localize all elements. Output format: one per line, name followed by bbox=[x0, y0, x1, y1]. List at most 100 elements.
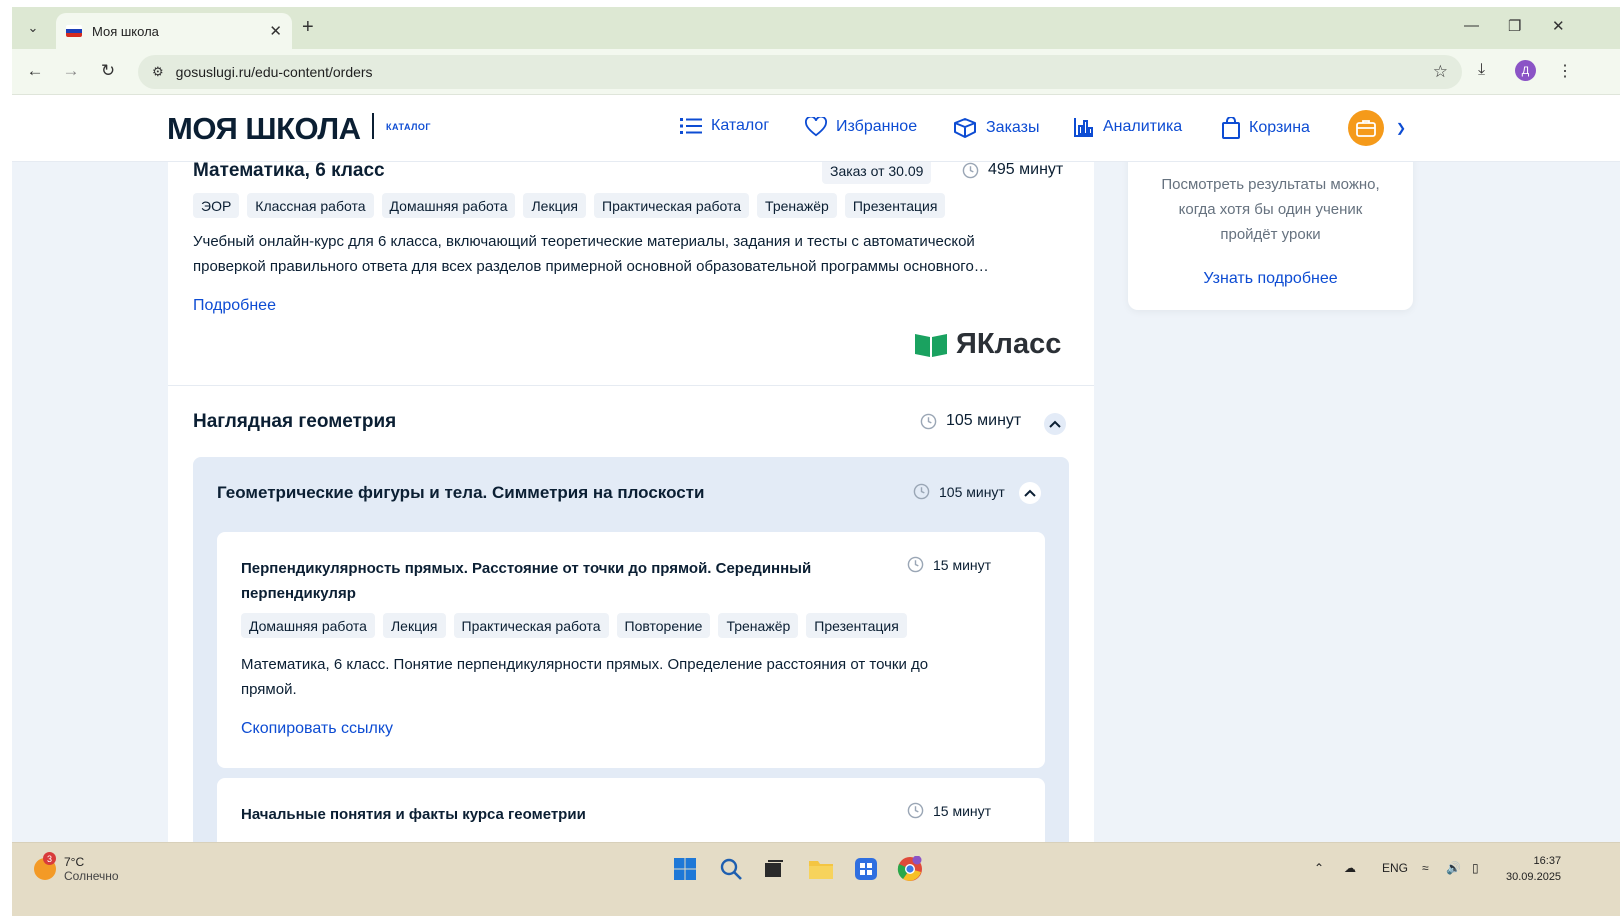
lesson-description: Математика, 6 класс. Понятие перпендикул… bbox=[241, 652, 1021, 702]
order-date-badge: Заказ от 30.09 bbox=[822, 162, 932, 184]
subsection-duration-text: 105 минут bbox=[939, 483, 1005, 500]
tag: Презентация bbox=[844, 193, 946, 218]
file-explorer-icon[interactable] bbox=[807, 855, 835, 883]
store-app-icon[interactable] bbox=[852, 855, 880, 883]
lesson-title[interactable]: Начальные понятия и факты курса геометри… bbox=[241, 802, 841, 827]
nav-orders-label: Заказы bbox=[986, 119, 1040, 136]
tag: Классная работа bbox=[247, 193, 374, 218]
weather-widget[interactable]: 3 7°C Солнечно bbox=[34, 852, 119, 883]
divider bbox=[168, 385, 1094, 386]
back-arrow-icon[interactable]: ← bbox=[24, 61, 46, 81]
section-duration: 105 минут bbox=[920, 412, 1021, 430]
volume-icon[interactable]: 🔊 bbox=[1446, 861, 1461, 875]
course-description: Учебный онлайн-курс для 6 класса, включа… bbox=[193, 229, 1073, 279]
course-more-link[interactable]: Подробнее bbox=[193, 297, 276, 315]
course-duration-text: 495 минут bbox=[988, 162, 1064, 178]
close-window-icon[interactable]: ✕ bbox=[1552, 17, 1565, 35]
browser-tab[interactable]: Моя школа ✕ bbox=[56, 13, 292, 49]
new-tab-plus-icon[interactable]: + bbox=[302, 17, 314, 37]
weather-condition: Солнечно bbox=[64, 869, 119, 883]
tag: Домашняя работа bbox=[241, 613, 375, 638]
lesson-duration: 15 минут bbox=[907, 802, 991, 819]
restore-icon[interactable]: ❐ bbox=[1508, 17, 1521, 35]
user-menu-chevron-down-icon[interactable]: ❯ bbox=[1396, 121, 1406, 135]
orders-box-icon bbox=[954, 118, 976, 138]
task-view-icon[interactable] bbox=[760, 855, 788, 883]
nav-cart[interactable]: Корзина bbox=[1222, 117, 1310, 139]
briefcase-icon bbox=[1356, 120, 1376, 137]
cloud-offline-icon[interactable]: ☁ bbox=[1344, 861, 1356, 875]
subsection-duration: 105 минут bbox=[913, 483, 1005, 500]
course-title: Математика, 6 класс bbox=[193, 162, 385, 181]
user-avatar[interactable] bbox=[1348, 110, 1384, 146]
nav-analytics[interactable]: Аналитика bbox=[1074, 117, 1182, 137]
book-icon bbox=[915, 333, 947, 357]
orders-card: Математика, 6 класс Заказ от 30.09 495 м… bbox=[168, 162, 1094, 842]
input-language[interactable]: ENG bbox=[1382, 861, 1408, 875]
bookmark-star-icon[interactable]: ☆ bbox=[1433, 62, 1448, 82]
section-duration-text: 105 минут bbox=[946, 412, 1022, 429]
wifi-icon[interactable]: ≈ bbox=[1422, 861, 1429, 875]
list-icon bbox=[680, 118, 702, 134]
lesson-duration-text: 15 минут bbox=[933, 802, 992, 819]
tag: Лекция bbox=[382, 613, 446, 638]
url-text: gosuslugi.ru/edu-content/orders bbox=[175, 64, 373, 80]
learn-more-link[interactable]: Узнать подробнее bbox=[1128, 270, 1413, 288]
site-logo[interactable]: МОЯ ШКОЛА bbox=[167, 111, 361, 147]
analytics-info-line: пройдёт уроки bbox=[1220, 226, 1321, 243]
tab-close-icon[interactable]: ✕ bbox=[269, 22, 282, 40]
lesson-card: Начальные понятия и факты курса геометри… bbox=[217, 778, 1045, 842]
lesson-tags: Домашняя работа Лекция Практическая рабо… bbox=[241, 613, 907, 638]
battery-icon[interactable]: ▯ bbox=[1472, 861, 1479, 875]
tag: ЭОР bbox=[193, 193, 240, 218]
lesson-description-line: прямой. bbox=[241, 681, 297, 698]
tag: Повторение bbox=[616, 613, 711, 638]
logo-separator bbox=[372, 113, 374, 139]
clock-icon bbox=[962, 162, 979, 178]
nav-catalog-label: Каталог bbox=[711, 117, 770, 134]
tray-overflow-chevron-up-icon[interactable]: ⌃ bbox=[1314, 861, 1324, 875]
tag: Практическая работа bbox=[594, 193, 750, 218]
site-settings-icon[interactable]: ⚙ bbox=[152, 64, 164, 80]
download-icon[interactable]: ⤓ bbox=[1478, 61, 1485, 79]
tab-search-chevron-icon[interactable]: ⌄ bbox=[20, 15, 46, 41]
section-title: Наглядная геометрия bbox=[193, 411, 397, 432]
copy-link-button[interactable]: Скопировать ссылку bbox=[241, 720, 393, 738]
nav-favorites[interactable]: Избранное bbox=[805, 117, 917, 137]
russia-flag-icon bbox=[66, 25, 82, 37]
section-collapse-chevron-up-icon[interactable] bbox=[1044, 413, 1066, 435]
analytics-info-card: Посмотреть результаты можно, когда хотя … bbox=[1128, 162, 1413, 310]
nav-cart-label: Корзина bbox=[1249, 119, 1310, 136]
minimize-icon[interactable]: — bbox=[1464, 17, 1479, 34]
clock-icon bbox=[907, 556, 924, 573]
chrome-icon[interactable] bbox=[896, 855, 924, 883]
lesson-duration-text: 15 минут bbox=[933, 556, 992, 573]
site-header: МОЯ ШКОЛА КАТАЛОГ Каталог Избранное Зака… bbox=[12, 95, 1620, 162]
browser-menu-icon[interactable]: ⋮ bbox=[1557, 61, 1573, 81]
clock-icon bbox=[907, 802, 924, 819]
lesson-duration: 15 минут bbox=[907, 556, 991, 573]
subsection-title: Геометрические фигуры и тела. Симметрия … bbox=[217, 483, 705, 502]
system-clock[interactable]: 16:37 30.09.2025 bbox=[1506, 853, 1561, 885]
page-content: Математика, 6 класс Заказ от 30.09 495 м… bbox=[12, 162, 1620, 842]
lesson-title[interactable]: Перпендикулярность прямых. Расстояние от… bbox=[241, 556, 841, 606]
lesson-title-line: перпендикуляр bbox=[241, 585, 356, 602]
windows-start-icon[interactable] bbox=[671, 855, 699, 883]
tab-title: Моя школа bbox=[92, 23, 159, 39]
reload-icon[interactable]: ↻ bbox=[97, 61, 119, 81]
address-bar[interactable]: ⚙ gosuslugi.ru/edu-content/orders ☆ bbox=[138, 55, 1462, 89]
nav-orders[interactable]: Заказы bbox=[953, 117, 1039, 139]
analytics-info-line: Посмотреть результаты можно, bbox=[1161, 176, 1380, 193]
logo-catalog-label: КАТАЛОГ bbox=[386, 122, 432, 132]
nav-analytics-label: Аналитика bbox=[1103, 118, 1183, 135]
search-icon[interactable] bbox=[717, 855, 745, 883]
forward-arrow-icon[interactable]: → bbox=[60, 61, 82, 81]
provider-name: ЯКласс bbox=[956, 328, 1062, 360]
tag: Практическая работа bbox=[453, 613, 609, 638]
taskbar: 3 7°C Солнечно ⌃ ☁ ENG ≈ 🔊 ▯ 16:37 30.09… bbox=[12, 842, 1620, 916]
subsection-collapse-chevron-up-icon[interactable] bbox=[1019, 482, 1041, 504]
lesson-title-line: Начальные понятия и факты курса геометри… bbox=[241, 806, 586, 823]
nav-catalog[interactable]: Каталог bbox=[680, 117, 769, 135]
heart-icon bbox=[805, 117, 827, 137]
profile-avatar[interactable]: Д bbox=[1515, 60, 1536, 81]
